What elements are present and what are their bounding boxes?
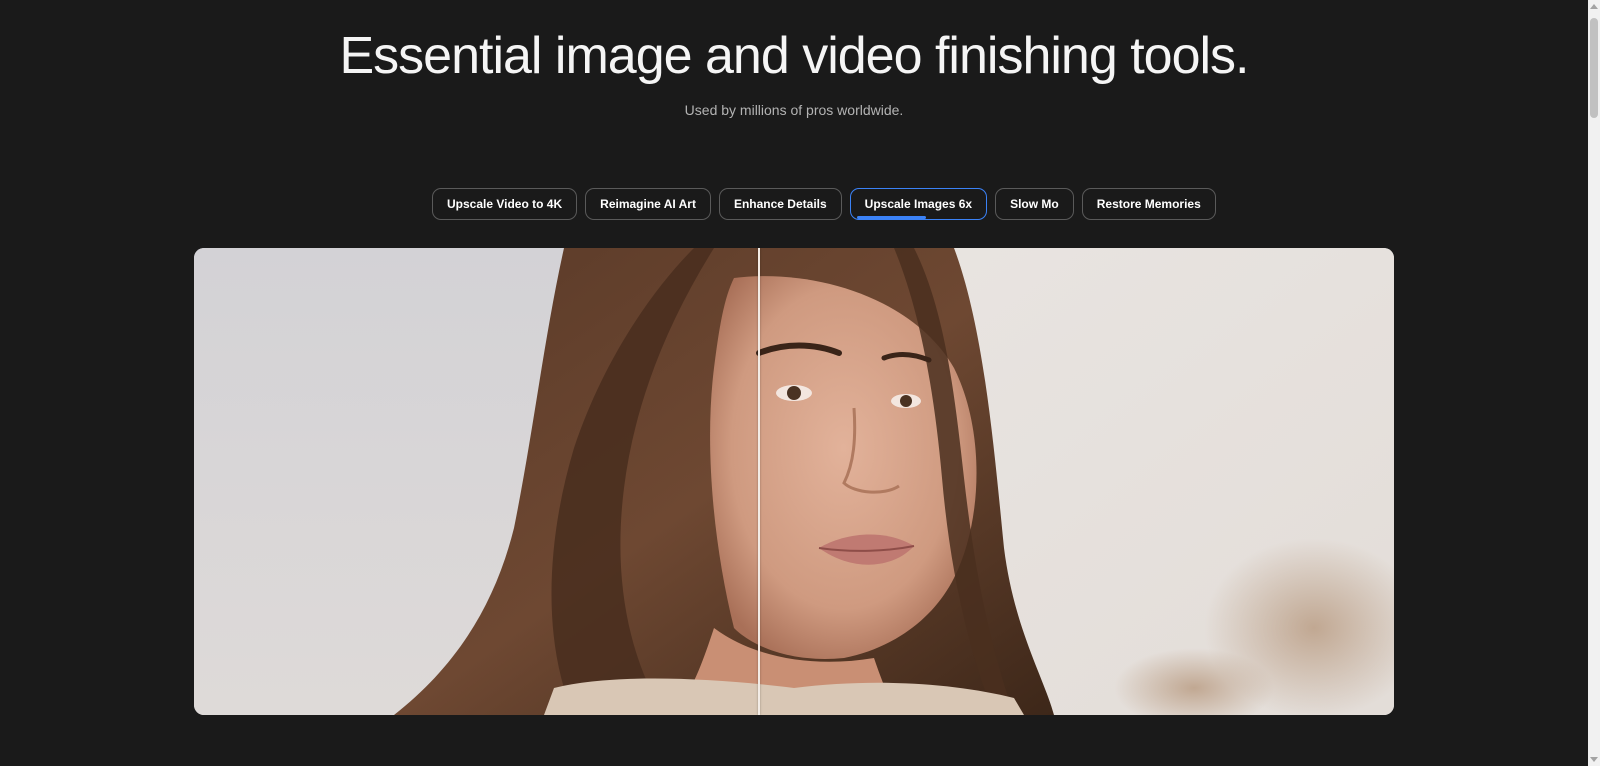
scroll-up-icon[interactable] bbox=[1590, 4, 1598, 9]
tab-label: Upscale Images 6x bbox=[864, 197, 973, 211]
tab-label: Enhance Details bbox=[733, 197, 827, 211]
tab-progress-bar bbox=[856, 216, 926, 219]
page-title: Essential image and video finishing tool… bbox=[339, 27, 1249, 85]
tab-slow-mo[interactable]: Slow Mo bbox=[995, 188, 1074, 220]
tab-label: Reimagine AI Art bbox=[600, 197, 696, 211]
tab-label: Restore Memories bbox=[1096, 197, 1201, 211]
tab-restore-memories[interactable]: Restore Memories bbox=[1081, 188, 1216, 220]
page: Essential image and video finishing tool… bbox=[0, 0, 1600, 766]
tab-enhance-details[interactable]: Enhance Details bbox=[718, 188, 842, 220]
page-subtitle: Used by millions of pros worldwide. bbox=[684, 102, 904, 118]
comparison-slider-handle[interactable] bbox=[758, 248, 760, 715]
scroll-down-icon[interactable] bbox=[1590, 757, 1598, 762]
scroll-thumb[interactable] bbox=[1590, 18, 1598, 118]
page-scrollbar[interactable] bbox=[1588, 0, 1600, 766]
before-after-comparison[interactable] bbox=[194, 248, 1394, 715]
feature-tabs: Upscale Video to 4K Reimagine AI Art Enh… bbox=[432, 188, 1216, 220]
tab-reimagine-ai-art[interactable]: Reimagine AI Art bbox=[585, 188, 711, 220]
tab-upscale-video[interactable]: Upscale Video to 4K bbox=[432, 188, 578, 220]
tab-label: Slow Mo bbox=[1010, 197, 1059, 211]
tab-label: Upscale Video to 4K bbox=[447, 197, 563, 211]
tab-upscale-images[interactable]: Upscale Images 6x bbox=[849, 188, 988, 220]
portrait-photo bbox=[194, 248, 1394, 715]
